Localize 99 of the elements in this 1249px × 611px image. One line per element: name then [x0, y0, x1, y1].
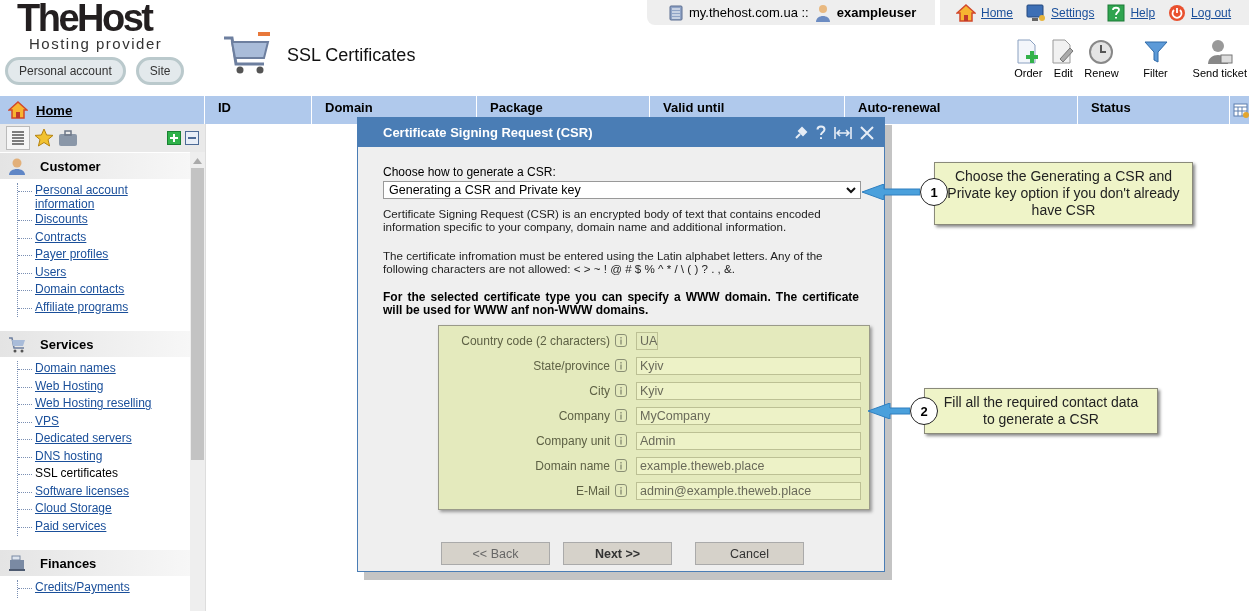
close-icon[interactable]	[860, 125, 874, 140]
sidebar-link[interactable]: Web Hosting reselling	[35, 396, 152, 411]
toolbar-button[interactable]: Filter	[1142, 39, 1169, 79]
person-icon	[8, 157, 26, 175]
collapse-all-icon[interactable]	[185, 131, 199, 145]
dialog-button[interactable]: Next >>	[563, 542, 672, 565]
header-link[interactable]: Help	[1130, 5, 1156, 20]
list-view-button[interactable]	[6, 126, 30, 150]
sidebar-link[interactable]: Dedicated servers	[35, 431, 132, 446]
info-paragraph: Certificate Signing Request (CSR) is an encrypted body of text that contains encoded information specific to your company, domain name and additional information.	[383, 207, 822, 233]
step-number: 1	[920, 178, 948, 206]
toolbar-button[interactable]: Edit	[1050, 39, 1077, 79]
input-field[interactable]: Kyiv	[636, 356, 861, 375]
dialog-title: Certificate Signing Request (CSR)	[383, 125, 594, 140]
user-icon	[814, 3, 831, 22]
info-icon[interactable]	[615, 384, 627, 397]
star-icon[interactable]	[34, 128, 54, 148]
host-label: my.thehost.com.ua ::	[689, 5, 809, 20]
info-icon[interactable]	[615, 359, 627, 372]
monitor-icon	[1026, 3, 1046, 22]
sidebar-link[interactable]: Discounts	[35, 212, 88, 227]
info-icon[interactable]	[615, 409, 627, 422]
logo-text: TheHost	[17, 0, 152, 36]
sidebar-link[interactable]: Users	[35, 264, 67, 280]
chevron-down-icon	[846, 186, 856, 194]
expand-all-icon[interactable]	[167, 131, 181, 145]
dialog-button[interactable]: Cancel	[695, 542, 804, 565]
header-link[interactable]: Settings	[1051, 5, 1095, 20]
clock-icon	[1088, 39, 1115, 65]
sidebar-link[interactable]: Affiliate programs	[35, 299, 129, 315]
field-label: E-Mail	[575, 483, 610, 498]
sidebar-section-header[interactable]: Finances	[0, 550, 190, 576]
input-field[interactable]: example.theweb.place	[636, 456, 861, 475]
sidebar-link[interactable]: Domain contacts	[35, 282, 125, 297]
info-icon[interactable]	[615, 484, 627, 497]
header-link[interactable]: Home	[981, 5, 1013, 20]
sidebar-link[interactable]: Payer profiles	[35, 247, 109, 262]
input-field[interactable]: Admin	[636, 431, 861, 450]
input-field[interactable]: admin@example.theweb.place	[636, 481, 861, 500]
sidebar-link[interactable]: DNS hosting	[35, 448, 103, 464]
select-label: Choose how to generate a CSR:	[383, 165, 557, 179]
field-label: City	[588, 383, 610, 398]
field-label: Company	[557, 408, 610, 423]
column-header[interactable]: Status	[1078, 96, 1230, 124]
step-number: 2	[910, 397, 938, 425]
toolbar-button[interactable]: Renew	[1084, 39, 1119, 79]
toolbar-button[interactable]: Order	[1014, 39, 1043, 79]
sidebar-link[interactable]: Credits/Payments	[35, 580, 130, 595]
username: exampleuser	[836, 5, 917, 20]
sidebar-link[interactable]: VPS	[35, 413, 59, 429]
sidebar-section-header[interactable]: Services	[0, 331, 190, 357]
shopping-cart-icon	[8, 335, 26, 353]
sidebar-link[interactable]: Web Hosting	[35, 378, 104, 394]
nav-pill-button[interactable]: Site	[135, 57, 185, 85]
header-link[interactable]: Log out	[1191, 5, 1232, 20]
sidebar-link[interactable]: Personal account information	[35, 183, 163, 212]
field-label: Company unit	[534, 433, 610, 448]
csr-method-select[interactable]: Generating a CSR and Private key	[383, 181, 861, 199]
page-title: SSL Certificates	[287, 45, 416, 66]
support-person-icon	[1206, 39, 1233, 65]
scrollbar[interactable]	[190, 152, 205, 611]
server-icon	[669, 4, 683, 21]
sidebar-link[interactable]: Cloud Storage	[35, 501, 112, 516]
field-label: Country code (2 characters)	[460, 333, 610, 348]
sidebar-link[interactable]: Paid services	[35, 518, 107, 534]
briefcase-icon[interactable]	[58, 129, 78, 147]
arrow-pointer	[868, 403, 910, 419]
logo-tagline: Hosting provider	[29, 36, 164, 52]
column-header[interactable]: ID	[205, 96, 312, 124]
resize-icon[interactable]	[834, 125, 852, 140]
sidebar-link[interactable]: Domain names	[35, 361, 116, 376]
house-icon	[956, 3, 976, 22]
sidebar-link[interactable]: Contracts	[35, 229, 87, 245]
sidebar-section-header[interactable]: Customer	[0, 153, 190, 179]
nav-pill-button[interactable]: Personal account	[5, 57, 126, 85]
notice-text: For the selected certificate type you can specify a WWW domain. The certificate will be used for WWW anf non-WWW domains.	[383, 291, 859, 317]
house-icon	[8, 100, 28, 120]
toolbar-button[interactable]: Send ticket	[1192, 39, 1247, 79]
help-icon	[1107, 3, 1126, 22]
cash-register-icon	[8, 554, 26, 572]
info-icon[interactable]	[615, 434, 627, 447]
power-icon	[1168, 3, 1187, 22]
input-field[interactable]: Kyiv	[636, 381, 861, 400]
list-icon	[9, 129, 27, 147]
scroll-up-icon[interactable]	[193, 158, 202, 164]
calendar-gear-icon[interactable]	[1233, 102, 1249, 118]
field-label: State/province	[532, 358, 610, 373]
field-label: Domain name	[534, 458, 610, 473]
input-field[interactable]: MyCompany	[636, 406, 861, 425]
sidebar-link[interactable]: SSL certificates	[35, 466, 118, 481]
info-paragraph: The certificate infromation must be entered using the Latin alphabet letters. Any of the following characters are not allowed: < > ~ ! @ # $ % ^ * / \ ( ) ? . , &.	[383, 249, 824, 275]
filter-icon	[1142, 39, 1169, 65]
arrow-pointer	[862, 184, 920, 200]
info-icon[interactable]	[615, 334, 627, 347]
info-icon[interactable]	[615, 459, 627, 472]
sidebar-link[interactable]: Software licenses	[35, 483, 130, 499]
help-icon[interactable]	[816, 125, 826, 140]
input-field[interactable]: UA	[636, 331, 658, 350]
pin-icon[interactable]	[794, 125, 808, 140]
